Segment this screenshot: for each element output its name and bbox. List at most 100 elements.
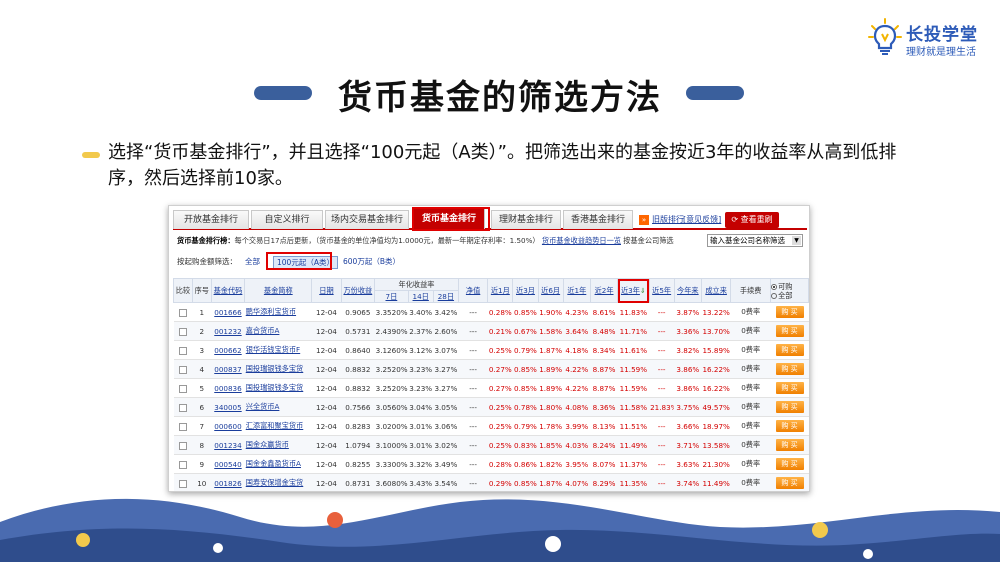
cell-code[interactable]: 000836: [211, 378, 245, 398]
cell-y5: ---: [649, 378, 675, 398]
cell-code[interactable]: 000600: [211, 416, 245, 436]
cell-7d: 3.2520%: [374, 378, 409, 398]
header-28d-label: 28日: [437, 291, 455, 301]
buy-button[interactable]: 购 买: [775, 363, 804, 375]
cell-name[interactable]: 嘉合货币A: [244, 321, 312, 341]
compare-checkbox[interactable]: [178, 384, 187, 393]
tab-open-fund-ranking[interactable]: 开放基金排行: [173, 210, 249, 229]
header-28d[interactable]: 28日: [432, 290, 459, 303]
header-7d-label: 7日: [385, 291, 398, 301]
compare-checkbox[interactable]: [178, 403, 187, 412]
header-nav[interactable]: 净值: [457, 278, 489, 303]
cell-since: 13.70%: [701, 321, 731, 341]
buy-button[interactable]: 购 买: [775, 382, 804, 394]
tab-custom-ranking[interactable]: 自定义排行: [251, 210, 323, 229]
tab-exchange-fund-ranking[interactable]: 场内交易基金排行: [325, 210, 409, 229]
table-row: 9 000540 国金金鑫盈货币A 12-04 0.8255 3.3300% 3.32% 3.…: [173, 454, 809, 474]
cell-y2: 8.87%: [590, 359, 618, 379]
buy-button[interactable]: 购 买: [775, 439, 804, 451]
radio-all[interactable]: [771, 292, 778, 299]
cell-seq: 6: [192, 397, 212, 417]
sort-desc-icon: ⇓: [639, 286, 646, 295]
feedback-link[interactable]: [意见反馈]: [683, 214, 721, 225]
filter-option-class-b[interactable]: 600万起（B类）: [343, 256, 400, 267]
tab-hk-fund-ranking[interactable]: 香港基金排行: [563, 210, 633, 229]
tab-wealth-fund-ranking[interactable]: 理财基金排行: [491, 210, 561, 229]
compare-checkbox: [173, 359, 193, 379]
cell-name[interactable]: 国金众赢货币: [244, 435, 312, 455]
buy-button[interactable]: 购 买: [775, 401, 804, 413]
header-14d-label: 14日: [412, 291, 429, 301]
cell-code[interactable]: 001234: [211, 435, 245, 455]
header-7d[interactable]: 7日: [374, 290, 409, 303]
header-m1[interactable]: 近1月: [487, 278, 514, 303]
old-ranking-link[interactable]: 旧版排行: [652, 214, 684, 225]
buy-button[interactable]: 购 买: [775, 344, 804, 356]
compare-checkbox[interactable]: [178, 327, 187, 336]
yield-trend-link[interactable]: 货币基金收益趋势日一览: [542, 236, 621, 245]
compare-checkbox[interactable]: [178, 441, 187, 450]
cell-fee: 0费率: [730, 416, 771, 436]
cell-y2: 8.48%: [590, 321, 618, 341]
cell-code[interactable]: 001232: [211, 321, 245, 341]
filter-option-all[interactable]: 全部: [245, 256, 260, 267]
cell-code[interactable]: 000540: [211, 454, 245, 474]
company-filter-value: 输入基金公司名称筛选: [710, 236, 785, 245]
header-y3[interactable]: 近3年⇓: [617, 278, 650, 303]
compare-checkbox[interactable]: [178, 308, 187, 317]
header-m3[interactable]: 近3月: [512, 278, 539, 303]
cell-name[interactable]: 银华活钱宝货币F: [244, 340, 312, 360]
buy-button[interactable]: 购 买: [775, 420, 804, 432]
header-since[interactable]: 成立来: [700, 278, 732, 303]
table-row: 6 340005 兴全货币A 12-04 0.7566 3.0560% 3.04% 3.05%…: [173, 397, 809, 417]
cell-name[interactable]: 汇添富和聚宝货币: [244, 416, 312, 436]
cell-14d: 2.37%: [408, 321, 434, 341]
cell-since: 13.22%: [701, 302, 731, 322]
header-14d[interactable]: 14日: [407, 290, 434, 303]
table-row: 5 000836 国投瑞银钱多宝货 12-04 0.8832 3.2520% 3.23% 3.…: [173, 378, 809, 398]
cell-name[interactable]: 国投瑞银钱多宝货: [244, 359, 312, 379]
cell-name[interactable]: 兴全货币A: [244, 397, 312, 417]
cell-seq: 5: [192, 378, 212, 398]
header-m6[interactable]: 近6月: [537, 278, 564, 303]
cell-y3: 11.58%: [617, 397, 650, 417]
cell-code[interactable]: 000662: [211, 340, 245, 360]
buy-cell: 购 买: [770, 454, 809, 474]
compare-checkbox[interactable]: [178, 460, 187, 469]
compare-checkbox[interactable]: [178, 346, 187, 355]
buy-button[interactable]: 购 买: [775, 458, 804, 470]
cell-code[interactable]: 340005: [211, 397, 245, 417]
header-name[interactable]: 基金简称: [244, 278, 313, 303]
company-filter-select[interactable]: 输入基金公司名称筛选 ▼: [707, 234, 803, 247]
header-date[interactable]: 日期: [311, 278, 342, 303]
cell-code[interactable]: 001666: [211, 302, 245, 322]
header-code[interactable]: 基金代码: [210, 278, 246, 303]
buy-cell: 购 买: [770, 340, 809, 360]
compare-checkbox[interactable]: [178, 365, 187, 374]
cell-y1: 4.18%: [563, 340, 591, 360]
cell-m3: 0.85%: [512, 359, 539, 379]
buy-button[interactable]: 购 买: [775, 306, 804, 318]
header-wan[interactable]: 万份收益: [340, 278, 376, 303]
compare-checkbox: [173, 435, 193, 455]
lightbulb-icon: [868, 18, 902, 55]
buy-button[interactable]: 购 买: [775, 325, 804, 337]
cell-nav: ---: [458, 378, 488, 398]
compare-checkbox[interactable]: [178, 422, 187, 431]
header-y2[interactable]: 近2年: [589, 278, 619, 303]
cell-y5: ---: [649, 340, 675, 360]
header-options: 可购 全部: [770, 278, 809, 303]
cell-name[interactable]: 国投瑞银钱多宝货: [244, 378, 312, 398]
header-y5[interactable]: 近5年: [648, 278, 675, 303]
header-y1[interactable]: 近1年: [562, 278, 591, 303]
cell-name[interactable]: 鹏华添利宝货币: [244, 302, 312, 322]
radio-can-buy[interactable]: [771, 283, 778, 290]
cell-code[interactable]: 000837: [211, 359, 245, 379]
header-compare: 比较: [173, 278, 193, 303]
cell-nav: ---: [458, 302, 488, 322]
refresh-button[interactable]: ⟳ 查看重刷: [725, 212, 779, 228]
cell-y2: 8.24%: [590, 435, 618, 455]
header-m1-label: 近1月: [490, 285, 510, 295]
cell-name[interactable]: 国金金鑫盈货币A: [244, 454, 312, 474]
header-ytd[interactable]: 今年来: [673, 278, 702, 303]
